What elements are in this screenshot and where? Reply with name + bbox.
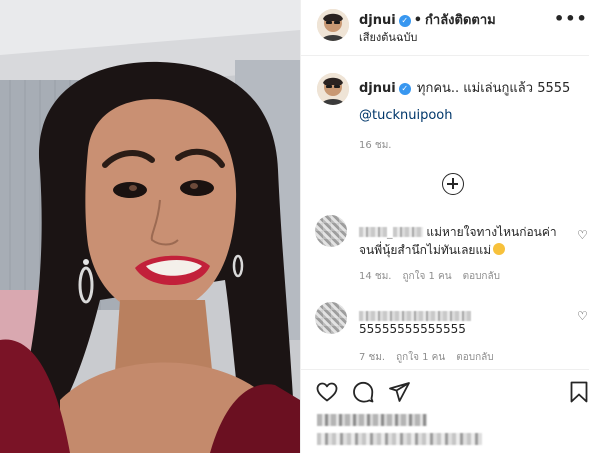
comment-username-redacted[interactable] (392, 227, 423, 237)
author-username[interactable]: djnui (359, 13, 396, 28)
more-options-icon[interactable]: ••• (554, 11, 587, 28)
save-bookmark-icon[interactable] (567, 380, 589, 404)
like-heart-icon[interactable] (315, 380, 339, 404)
video-frame (0, 0, 300, 453)
comment-1-continued: จนพี่นุ้ยสำนึกไม่ทันเลยแม่ (359, 241, 506, 260)
author-line: djnui ✓ • กำลังติดตาม (359, 9, 496, 30)
caption-username[interactable]: djnui (359, 81, 396, 96)
comment-like-heart-icon[interactable]: ♡ (577, 229, 589, 241)
comment-username-redacted[interactable] (359, 311, 471, 321)
comment-likes-count[interactable]: ถูกใจ 1 คน (396, 352, 445, 363)
comment-avatar[interactable] (315, 215, 347, 247)
comment-reply-button[interactable]: ตอบกลับ (463, 271, 500, 282)
verified-badge-icon: ✓ (398, 83, 411, 95)
post-media[interactable] (0, 0, 300, 453)
original-audio-link[interactable]: เสียงต้นฉบับ (359, 28, 417, 46)
comment-text: 55555555555555 (359, 322, 466, 336)
action-bar (301, 369, 589, 453)
caption: djnui ✓ ทุกคน.. แม่เล่นกูแล้ว 5555 (359, 77, 579, 98)
comment-meta: 7 ชม. ถูกใจ 1 คน ตอบกลับ (359, 350, 505, 365)
comment-likes-count[interactable]: ถูกใจ 1 คน (402, 271, 451, 282)
comment-text: จนพี่นุ้ยสำนึกไม่ทันเลยแม่ (359, 243, 492, 257)
comment-timestamp[interactable]: 14 ชม. (359, 271, 391, 282)
comment-username-redacted[interactable] (359, 227, 387, 237)
author-avatar[interactable] (317, 9, 349, 41)
comment-meta: 14 ชม. ถูกใจ 1 คน ตอบกลับ (359, 269, 511, 284)
load-more-comments-icon[interactable] (442, 173, 464, 195)
comment-avatar[interactable] (315, 302, 347, 334)
post-date-redacted (317, 433, 482, 445)
comment-reply-button[interactable]: ตอบกลับ (456, 352, 493, 363)
caption-mention-link[interactable]: @tucknuipooh (359, 108, 453, 123)
comment-text: แม่หายใจทางไหนก่อนค่า (426, 225, 557, 239)
following-button[interactable]: กำลังติดตาม (425, 13, 496, 28)
comment-like-heart-icon[interactable]: ♡ (577, 310, 589, 322)
grinning-emoji-icon (493, 243, 506, 255)
verified-badge-icon: ✓ (398, 15, 411, 27)
post-side-panel: djnui ✓ • กำลังติดตาม เสียงต้นฉบับ ••• djnu… (300, 0, 589, 453)
caption-text: ทุกคน.. แม่เล่นกูแล้ว 5555 (416, 81, 571, 96)
separator-dot: • (413, 13, 423, 28)
share-paper-plane-icon[interactable] (387, 380, 411, 404)
comment-bubble-icon[interactable] (351, 380, 375, 404)
caption-timestamp[interactable]: 16 ชม. (359, 138, 391, 153)
post-header: djnui ✓ • กำลังติดตาม เสียงต้นฉบับ ••• (301, 0, 589, 56)
comment-timestamp[interactable]: 7 ชม. (359, 352, 385, 363)
likes-count-redacted[interactable] (317, 414, 427, 426)
comment-1: _ แม่หายใจทางไหนก่อนค่า (359, 223, 569, 242)
caption-avatar[interactable] (317, 73, 349, 105)
